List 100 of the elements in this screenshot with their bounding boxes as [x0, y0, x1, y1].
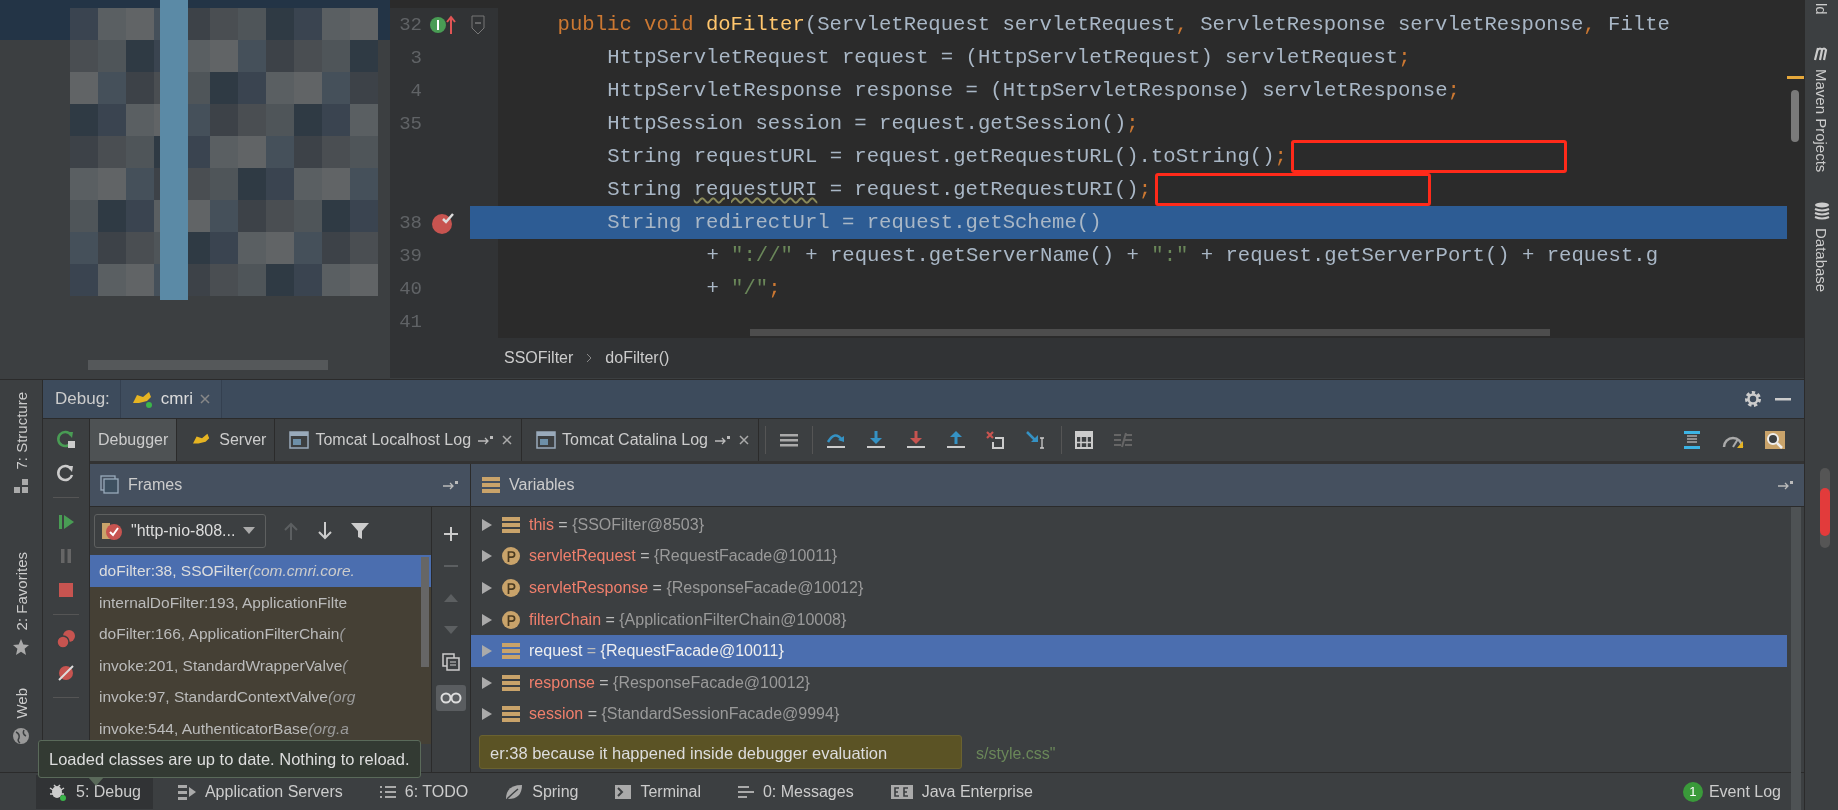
variable-entry: session = {StandardSessionFacade@9994} — [529, 705, 840, 724]
tool-window-button[interactable]: 7: Structure — [12, 392, 30, 470]
tool-window-button[interactable]: ld — [1813, 3, 1830, 15]
tool-window-button[interactable]: Maven Projects — [1813, 68, 1830, 173]
code-line: public void doFilter(ServletRequest servletRequest, ServletResponse servletResponse, Filte — [556, 13, 1670, 36]
variable-icon — [501, 705, 521, 724]
variable-entry: request = {RequestFacade@10011} — [529, 642, 784, 661]
warning-mark[interactable] — [1787, 76, 1805, 79]
expand-arrow-icon[interactable] — [481, 675, 493, 690]
variable-row[interactable]: servletRequest = {RequestFacade@10011} — [471, 540, 1787, 573]
chevron-icon — [585, 352, 594, 364]
scrollbar[interactable] — [1791, 90, 1799, 142]
breadcrumb-item[interactable]: doFilter() — [605, 349, 670, 367]
expand-arrow-icon[interactable] — [481, 549, 493, 564]
variable-row[interactable]: request = {RequestFacade@10011} — [471, 635, 1787, 667]
resume-icon[interactable] — [56, 512, 76, 532]
variable-entry: this = {SSOFilter@8503} — [529, 515, 704, 534]
expand-arrow-icon[interactable] — [481, 517, 493, 532]
close-icon[interactable] — [737, 434, 750, 446]
tool-window-button[interactable]: 2: Favorites — [12, 551, 30, 630]
step-out-icon[interactable] — [944, 430, 967, 450]
variable-row[interactable]: filterChain = {ApplicationFilterChain@10008} — [471, 603, 1787, 636]
down-arrow-icon[interactable] — [316, 521, 335, 541]
pin-icon[interactable] — [477, 434, 496, 446]
tool-window-tab[interactable]: 0: Messages — [724, 774, 866, 809]
close-icon[interactable] — [501, 434, 514, 446]
breadcrumb-item[interactable]: SSOFilter — [504, 349, 574, 367]
pin-icon[interactable] — [442, 479, 460, 491]
add-icon[interactable] — [442, 525, 461, 543]
expand-arrow-icon[interactable] — [481, 707, 493, 722]
tool-window-button[interactable]: Database — [1813, 228, 1830, 293]
code-line: String redirectUrl = request.getScheme() — [606, 211, 1102, 234]
variable-row[interactable]: servletResponse = {ResponseFacade@10012} — [471, 572, 1787, 604]
pin-icon[interactable] — [713, 434, 732, 446]
force-step-into-icon[interactable] — [904, 430, 927, 450]
code-line: + "://" + request.getServerName() + ":" + request.getServerPort() + request.g — [705, 244, 1658, 267]
debug-tab[interactable]: Server — [183, 419, 276, 461]
step-into-icon[interactable] — [864, 430, 887, 450]
expand-arrow-icon[interactable] — [481, 612, 493, 627]
structure-icon[interactable] — [13, 477, 29, 494]
debug-tab[interactable]: Tomcat Localhost Log — [281, 419, 523, 461]
variables-icon — [481, 476, 501, 494]
window-icon — [536, 431, 557, 449]
implements-icon[interactable] — [429, 13, 459, 36]
variable-value: s/style.css" — [976, 745, 1056, 763]
watches-toggle[interactable] — [436, 685, 467, 711]
close-icon[interactable] — [198, 393, 211, 405]
debug-tab[interactable]: Tomcat Catalina Log — [528, 419, 759, 461]
bug-icon — [48, 781, 68, 802]
thread-dropdown[interactable]: "http-nio-808... — [94, 514, 267, 548]
parameter-icon — [501, 546, 521, 567]
stack-frame[interactable]: doFilter:38, SSOFilter(com.cmri.core. — [90, 555, 432, 587]
filter-icon[interactable] — [350, 521, 371, 541]
stack-frame[interactable]: doFilter:166, ApplicationFilterChain( — [90, 618, 432, 650]
code-line: + "/"; — [705, 277, 781, 300]
scrollbar[interactable] — [1791, 507, 1801, 810]
star-icon[interactable] — [12, 637, 30, 656]
breakpoints-icon[interactable] — [55, 629, 77, 649]
session-tab[interactable]: cmri — [119, 380, 222, 418]
spool-icon[interactable] — [1681, 429, 1703, 451]
variable-row[interactable]: session = {StandardSessionFacade@9994} — [471, 698, 1787, 731]
panel-title: Frames — [128, 476, 183, 494]
pin-icon[interactable] — [1777, 479, 1795, 491]
panel-title: Variables — [509, 476, 575, 494]
variable-icon — [501, 673, 521, 692]
notification-bar: er:38 because it happened inside debugger evaluation — [479, 735, 962, 769]
stack-frame[interactable]: internalDoFilter:193, ApplicationFilte — [90, 586, 432, 618]
calculator-icon[interactable] — [1073, 430, 1094, 450]
variable-entry: filterChain = {ApplicationFilterChain@10008} — [529, 610, 847, 629]
tool-window-button[interactable]: Web — [12, 687, 30, 719]
messages-icon — [736, 783, 755, 800]
rerun-icon[interactable] — [56, 429, 76, 449]
leaf-icon — [504, 782, 525, 801]
stack-frame[interactable]: invoke:97, StandardContextValve(org — [90, 681, 432, 713]
stack-frame[interactable]: invoke:201, StandardWrapperValve( — [90, 649, 432, 681]
tool-window-tab[interactable]: Spring — [492, 774, 591, 809]
copy-icon[interactable] — [442, 653, 461, 671]
variable-icon — [501, 515, 521, 534]
scrollbar[interactable] — [750, 329, 1550, 336]
drop-frame-icon[interactable] — [984, 430, 1007, 450]
fold-icon[interactable] — [470, 13, 486, 36]
settings-icon[interactable] — [1743, 389, 1763, 409]
globe-icon[interactable] — [12, 726, 30, 745]
variable-row[interactable]: this = {SSOFilter@8503} — [471, 509, 1787, 541]
scrollbar[interactable] — [1820, 468, 1830, 548]
code-line: HttpSession session = request.getSession(); — [606, 112, 1139, 135]
stop-icon[interactable] — [56, 580, 76, 600]
variable-row[interactable]: response = {ResponseFacade@10012} — [471, 666, 1787, 699]
thread-icon — [101, 520, 123, 542]
count-badge: 1 — [1682, 781, 1703, 802]
tool-window-tab[interactable]: Java Enterprise — [877, 774, 1045, 809]
restart-icon[interactable] — [56, 463, 76, 483]
event-log-button[interactable]: 1 Event Log — [1682, 781, 1805, 802]
list-icon — [378, 783, 397, 800]
memory-view-icon[interactable] — [1763, 429, 1787, 451]
tool-window-tab[interactable]: Terminal — [602, 774, 713, 809]
expand-arrow-icon[interactable] — [481, 581, 493, 595]
scrollbar[interactable] — [421, 557, 430, 667]
mute-breakpoints-icon[interactable] — [56, 663, 76, 683]
debug-tab[interactable]: Debugger — [90, 419, 178, 461]
